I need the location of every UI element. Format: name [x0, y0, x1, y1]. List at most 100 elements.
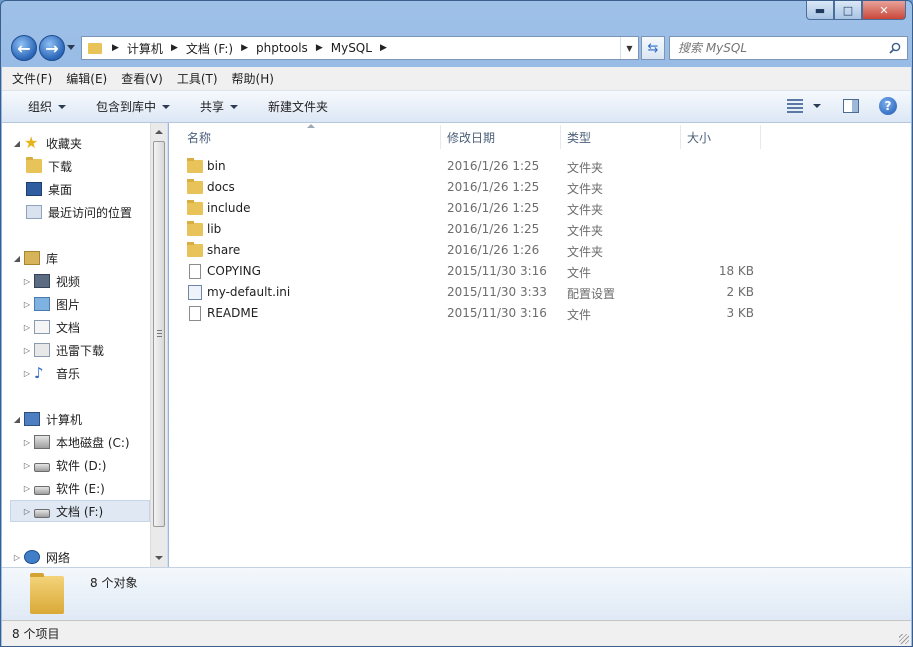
search-input[interactable] [678, 41, 883, 55]
tree-item-computer[interactable]: ◢ 计算机 [12, 408, 82, 430]
breadcrumb-separator-icon[interactable]: ▶ [241, 43, 248, 53]
file-row[interactable]: include 2016/1/26 1:25 文件夹 [169, 198, 769, 219]
view-options-dropdown[interactable] [813, 104, 821, 108]
file-row[interactable]: README 2015/11/30 3:16 文件 3 KB [169, 303, 769, 324]
organize-button[interactable]: 组织 [28, 98, 67, 115]
chevron-down-icon [58, 104, 67, 109]
file-row[interactable]: lib 2016/1/26 1:25 文件夹 [169, 219, 769, 240]
tree-item-recent[interactable]: 最近访问的位置 [26, 201, 132, 223]
menu-edit[interactable]: 编辑(E) [66, 70, 107, 87]
recent-pages-dropdown[interactable] [67, 45, 75, 50]
details-pane: 8 个对象 [2, 567, 911, 621]
column-header-name[interactable]: 名称 [169, 124, 441, 149]
share-button[interactable]: 共享 [200, 98, 239, 115]
tree-item-network[interactable]: ▷ 网络 [12, 546, 70, 568]
tree-item-drive-f[interactable]: ▷ 文档 (F:) [10, 500, 150, 522]
file-date: 2016/1/26 1:25 [447, 180, 540, 194]
tree-item-downloads[interactable]: 下载 [26, 155, 72, 177]
breadcrumb-phptools[interactable]: phptools ▶ [256, 41, 331, 55]
tree-item-thunder[interactable]: ▷ 迅雷下载 [22, 339, 104, 361]
address-dropdown-button[interactable]: ▼ [620, 37, 638, 59]
recent-places-icon [26, 205, 42, 219]
breadcrumb-computer[interactable]: 计算机 ▶ [127, 40, 186, 57]
tree-item-drive-d[interactable]: ▷ 软件 (D:) [22, 454, 107, 476]
maximize-button[interactable]: □ [834, 1, 862, 20]
tree-item-desktop[interactable]: 桌面 [26, 178, 72, 200]
tree-item-favorites[interactable]: ◢ ★ 收藏夹 [12, 132, 82, 154]
file-row[interactable]: COPYING 2015/11/30 3:16 文件 18 KB [169, 261, 769, 282]
breadcrumb-separator-icon[interactable]: ▶ [380, 43, 387, 53]
picture-icon [34, 297, 50, 311]
refresh-button[interactable]: ⇆ [641, 36, 665, 60]
address-bar[interactable]: ▶ 计算机 ▶ 文档 (F:) ▶ phptools ▶ MySQL ▶ ▼ [81, 36, 639, 60]
minimize-button[interactable]: ▬ [806, 1, 834, 20]
menu-help[interactable]: 帮助(H) [232, 70, 274, 87]
breadcrumb-drive-f[interactable]: 文档 (F:) ▶ [186, 40, 256, 57]
scroll-up-icon[interactable] [155, 130, 163, 134]
collapse-arrow-icon[interactable]: ▷ [12, 553, 22, 562]
file-type: 文件夹 [567, 203, 604, 217]
config-file-icon [188, 285, 202, 300]
expand-arrow-icon[interactable]: ◢ [12, 415, 22, 424]
column-label: 修改日期 [447, 130, 496, 145]
tree-item-music[interactable]: ▷ ♪ 音乐 [22, 362, 80, 384]
menu-tools[interactable]: 工具(T) [177, 70, 218, 87]
tree-item-documents[interactable]: ▷ 文档 [22, 316, 80, 338]
collapse-arrow-icon[interactable]: ▷ [22, 346, 32, 355]
file-date: 2016/1/26 1:25 [447, 222, 540, 236]
collapse-arrow-icon[interactable]: ▷ [22, 323, 32, 332]
collapse-arrow-icon[interactable]: ▷ [22, 507, 32, 516]
file-date: 2015/11/30 3:16 [447, 264, 547, 278]
forward-button[interactable]: → [39, 35, 65, 61]
expand-arrow-icon[interactable]: ◢ [12, 254, 22, 263]
menu-view[interactable]: 查看(V) [121, 70, 163, 87]
column-header-size[interactable]: 大小 [681, 125, 761, 149]
collapse-arrow-icon[interactable]: ▷ [22, 369, 32, 378]
scroll-down-icon[interactable] [155, 556, 163, 560]
video-icon [34, 274, 50, 288]
file-row[interactable]: share 2016/1/26 1:26 文件夹 [169, 240, 769, 261]
file-row[interactable]: bin 2016/1/26 1:25 文件夹 [169, 156, 769, 177]
item-count: 8 个项目 [12, 627, 60, 641]
file-type: 文件 [567, 308, 592, 322]
collapse-arrow-icon[interactable]: ▷ [22, 461, 32, 470]
column-header-date[interactable]: 修改日期 [441, 125, 561, 149]
breadcrumb-separator-icon[interactable]: ▶ [316, 43, 323, 53]
scroll-thumb[interactable] [153, 141, 165, 527]
change-view-icon[interactable] [787, 99, 803, 113]
help-icon[interactable]: ? [879, 97, 897, 115]
tree-item-drive-e[interactable]: ▷ 软件 (E:) [22, 477, 105, 499]
include-in-library-button[interactable]: 包含到库中 [96, 98, 171, 115]
collapse-arrow-icon[interactable]: ▷ [22, 300, 32, 309]
collapse-arrow-icon[interactable]: ▷ [22, 438, 32, 447]
tree-item-pictures[interactable]: ▷ 图片 [22, 293, 80, 315]
new-folder-label: 新建文件夹 [268, 100, 329, 114]
back-button[interactable]: ← [11, 35, 37, 61]
tree-label: 库 [46, 251, 59, 266]
collapse-arrow-icon[interactable]: ▷ [22, 277, 32, 286]
tree-item-drive-c[interactable]: ▷ 本地磁盘 (C:) [22, 431, 130, 453]
search-box[interactable] [669, 36, 908, 60]
tree-item-libraries[interactable]: ◢ 库 [12, 247, 58, 269]
resize-grip-icon[interactable] [899, 634, 909, 644]
breadcrumb-separator-icon[interactable]: ▶ [171, 43, 178, 53]
sort-ascending-icon [307, 124, 315, 128]
tree-item-videos[interactable]: ▷ 视频 [22, 270, 80, 292]
menu-file[interactable]: 文件(F) [12, 70, 52, 87]
command-bar: 组织 包含到库中 共享 新建文件夹 ? [2, 91, 911, 123]
file-row[interactable]: docs 2016/1/26 1:25 文件夹 [169, 177, 769, 198]
close-button[interactable]: ✕ [862, 1, 906, 20]
breadcrumb-mysql[interactable]: MySQL ▶ [331, 41, 395, 55]
file-row[interactable]: my-default.ini 2015/11/30 3:33 配置设置 2 KB [169, 282, 769, 303]
preview-pane-icon[interactable] [843, 99, 859, 113]
tree-label: 软件 (E:) [56, 481, 105, 496]
drive-icon [34, 508, 50, 518]
search-icon[interactable] [889, 42, 901, 54]
new-folder-button[interactable]: 新建文件夹 [268, 98, 328, 115]
column-header-type[interactable]: 类型 [561, 125, 681, 149]
expand-arrow-icon[interactable]: ◢ [12, 139, 22, 148]
breadcrumb-separator-icon[interactable]: ▶ [112, 43, 119, 53]
tree-label: 最近访问的位置 [48, 205, 133, 220]
collapse-arrow-icon[interactable]: ▷ [22, 484, 32, 493]
nav-scrollbar[interactable] [150, 123, 167, 567]
